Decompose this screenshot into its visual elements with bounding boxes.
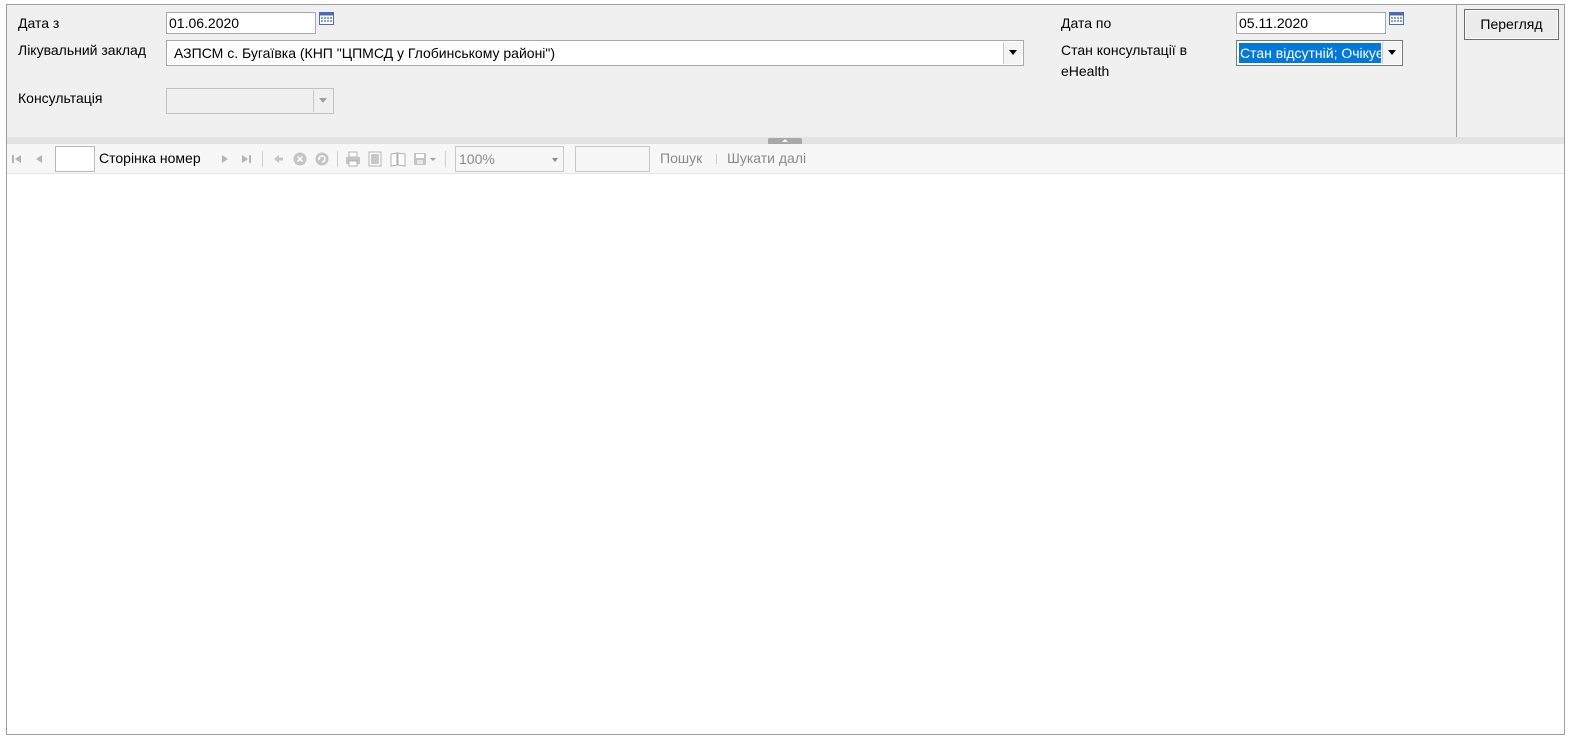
calendar-icon[interactable] [1389,12,1404,25]
facility-select[interactable]: АЗПСМ с. Бугаївка (КНП "ЦПМСД у Глобинсь… [166,40,1024,66]
chevron-down-icon[interactable] [313,90,332,112]
consultation-select[interactable] [166,88,334,114]
status-select[interactable]: Стан відсутній; Очікує [1236,40,1403,66]
search-input[interactable] [575,146,650,172]
facility-label: Лікувальний заклад [18,42,146,58]
stop-icon[interactable] [292,149,308,169]
print-icon[interactable] [344,149,362,169]
status-value: Стан відсутній; Очікує [1239,43,1381,63]
chevron-down-icon[interactable] [1382,42,1401,64]
page-number-input[interactable] [55,146,95,172]
toolbar-separator [337,151,338,167]
report-viewer-area[interactable] [7,174,1564,734]
page-number-label: Сторінка номер [99,150,201,166]
previous-page-icon[interactable] [32,149,46,169]
back-icon[interactable] [271,149,285,169]
toolbar-separator [716,154,717,164]
refresh-icon[interactable] [314,149,330,169]
next-page-icon[interactable] [218,149,232,169]
page-setup-icon[interactable] [389,149,407,169]
panel-splitter[interactable] [7,137,1564,144]
first-page-icon[interactable] [10,149,24,169]
report-toolbar: Сторінка номер 100% Пошук Шукати далі [7,144,1564,174]
consultation-label: Консультація [18,90,103,106]
export-icon[interactable] [412,149,438,169]
calendar-icon[interactable] [319,12,334,25]
date-from-input[interactable]: 01.06.2020 [166,12,316,34]
report-window: Дата з 01.06.2020 Лікувальний заклад АЗП… [6,4,1565,735]
filter-panel: Дата з 01.06.2020 Лікувальний заклад АЗП… [7,5,1456,137]
date-to-label: Дата по [1061,15,1112,31]
status-label-line1: Стан консультації в [1061,42,1188,58]
zoom-select[interactable]: 100% [455,146,564,172]
facility-value: АЗПСМ с. Бугаївка (КНП "ЦПМСД у Глобинсь… [174,45,556,61]
zoom-value: 100% [459,151,495,167]
chevron-down-icon[interactable] [1003,42,1022,64]
toolbar-separator [262,151,263,167]
actions-panel: Перегляд [1456,5,1564,137]
date-from-label: Дата з [18,15,60,31]
last-page-icon[interactable] [239,149,253,169]
chevron-down-icon[interactable] [552,158,558,162]
print-layout-icon[interactable] [367,149,383,169]
status-label-line2: eHealth [1061,63,1110,79]
find-next-link[interactable]: Шукати далі [727,150,806,167]
date-to-input[interactable]: 05.11.2020 [1236,12,1386,34]
toolbar-separator [445,151,446,167]
view-button[interactable]: Перегляд [1464,9,1559,40]
search-link[interactable]: Пошук [660,150,702,167]
